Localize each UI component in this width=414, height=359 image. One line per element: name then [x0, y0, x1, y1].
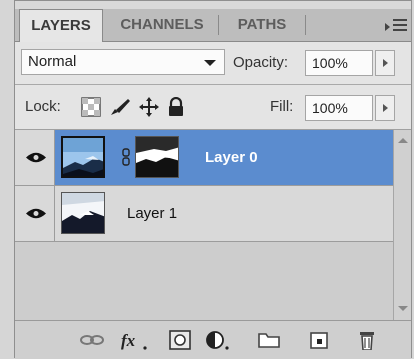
link-chain-icon[interactable]	[122, 148, 130, 166]
lock-label: Lock:	[25, 98, 61, 115]
arrow-right-icon	[383, 104, 388, 112]
fx-icon[interactable]: fx	[119, 330, 149, 350]
chevron-down-icon	[204, 60, 216, 66]
opacity-label: Opacity:	[233, 54, 289, 71]
eye-icon	[26, 208, 46, 219]
layer-name[interactable]: Layer 1	[127, 205, 177, 222]
panel-footer: fx	[15, 320, 411, 359]
panel-menu-icon[interactable]	[385, 17, 407, 33]
lock-image-pixels-icon[interactable]	[109, 97, 131, 117]
layer-row-layer-0[interactable]: Layer 0	[15, 130, 393, 186]
add-mask-icon[interactable]	[169, 330, 191, 350]
opacity-slider-button[interactable]	[375, 50, 395, 76]
blend-opacity-row: Normal Opacity: 100%	[15, 42, 411, 85]
visibility-toggle[interactable]	[15, 186, 55, 241]
lock-all-icon[interactable]	[167, 97, 185, 117]
scroll-up-icon[interactable]	[398, 138, 408, 143]
tab-divider	[218, 15, 219, 35]
layers-panel: LAYERS CHANNELS PATHS Normal Opacity: 10…	[14, 0, 412, 359]
svg-text:fx: fx	[121, 331, 136, 350]
eye-icon	[26, 152, 46, 163]
opacity-field[interactable]: 100%	[305, 50, 373, 76]
link-layers-icon[interactable]	[79, 330, 105, 350]
lock-position-icon[interactable]	[139, 97, 159, 117]
new-layer-icon[interactable]	[308, 330, 330, 350]
scroll-down-icon[interactable]	[398, 306, 408, 311]
tab-paths[interactable]: PATHS	[221, 9, 303, 41]
layer-name[interactable]: Layer 0	[205, 149, 258, 166]
layer-row-layer-1[interactable]: Layer 1	[15, 186, 393, 242]
layer-mask-thumbnail[interactable]	[135, 136, 179, 178]
layer-thumbnail[interactable]	[61, 136, 105, 178]
lock-fill-row: Lock: Fill: 100%	[15, 85, 411, 130]
layers-list: Layer 0 Layer 1	[15, 130, 411, 320]
blend-mode-select[interactable]: Normal	[21, 49, 225, 75]
lock-transparent-pixels-icon[interactable]	[81, 97, 101, 117]
arrow-right-icon	[383, 59, 388, 67]
new-group-icon[interactable]	[258, 330, 280, 350]
layers-scrollbar[interactable]	[393, 130, 411, 320]
layer-thumbnail[interactable]	[61, 192, 105, 234]
fill-slider-button[interactable]	[375, 95, 395, 121]
adjustment-layer-icon[interactable]	[205, 330, 231, 350]
fill-label: Fill:	[270, 98, 294, 115]
tab-divider	[305, 15, 306, 35]
tab-layers[interactable]: LAYERS	[19, 9, 103, 42]
trash-icon[interactable]	[357, 330, 377, 350]
blend-mode-value: Normal	[28, 53, 77, 70]
visibility-toggle[interactable]	[15, 130, 55, 185]
fill-field[interactable]: 100%	[305, 95, 373, 121]
tab-channels[interactable]: CHANNELS	[107, 9, 217, 41]
panel-tab-bar: LAYERS CHANNELS PATHS	[15, 9, 411, 42]
